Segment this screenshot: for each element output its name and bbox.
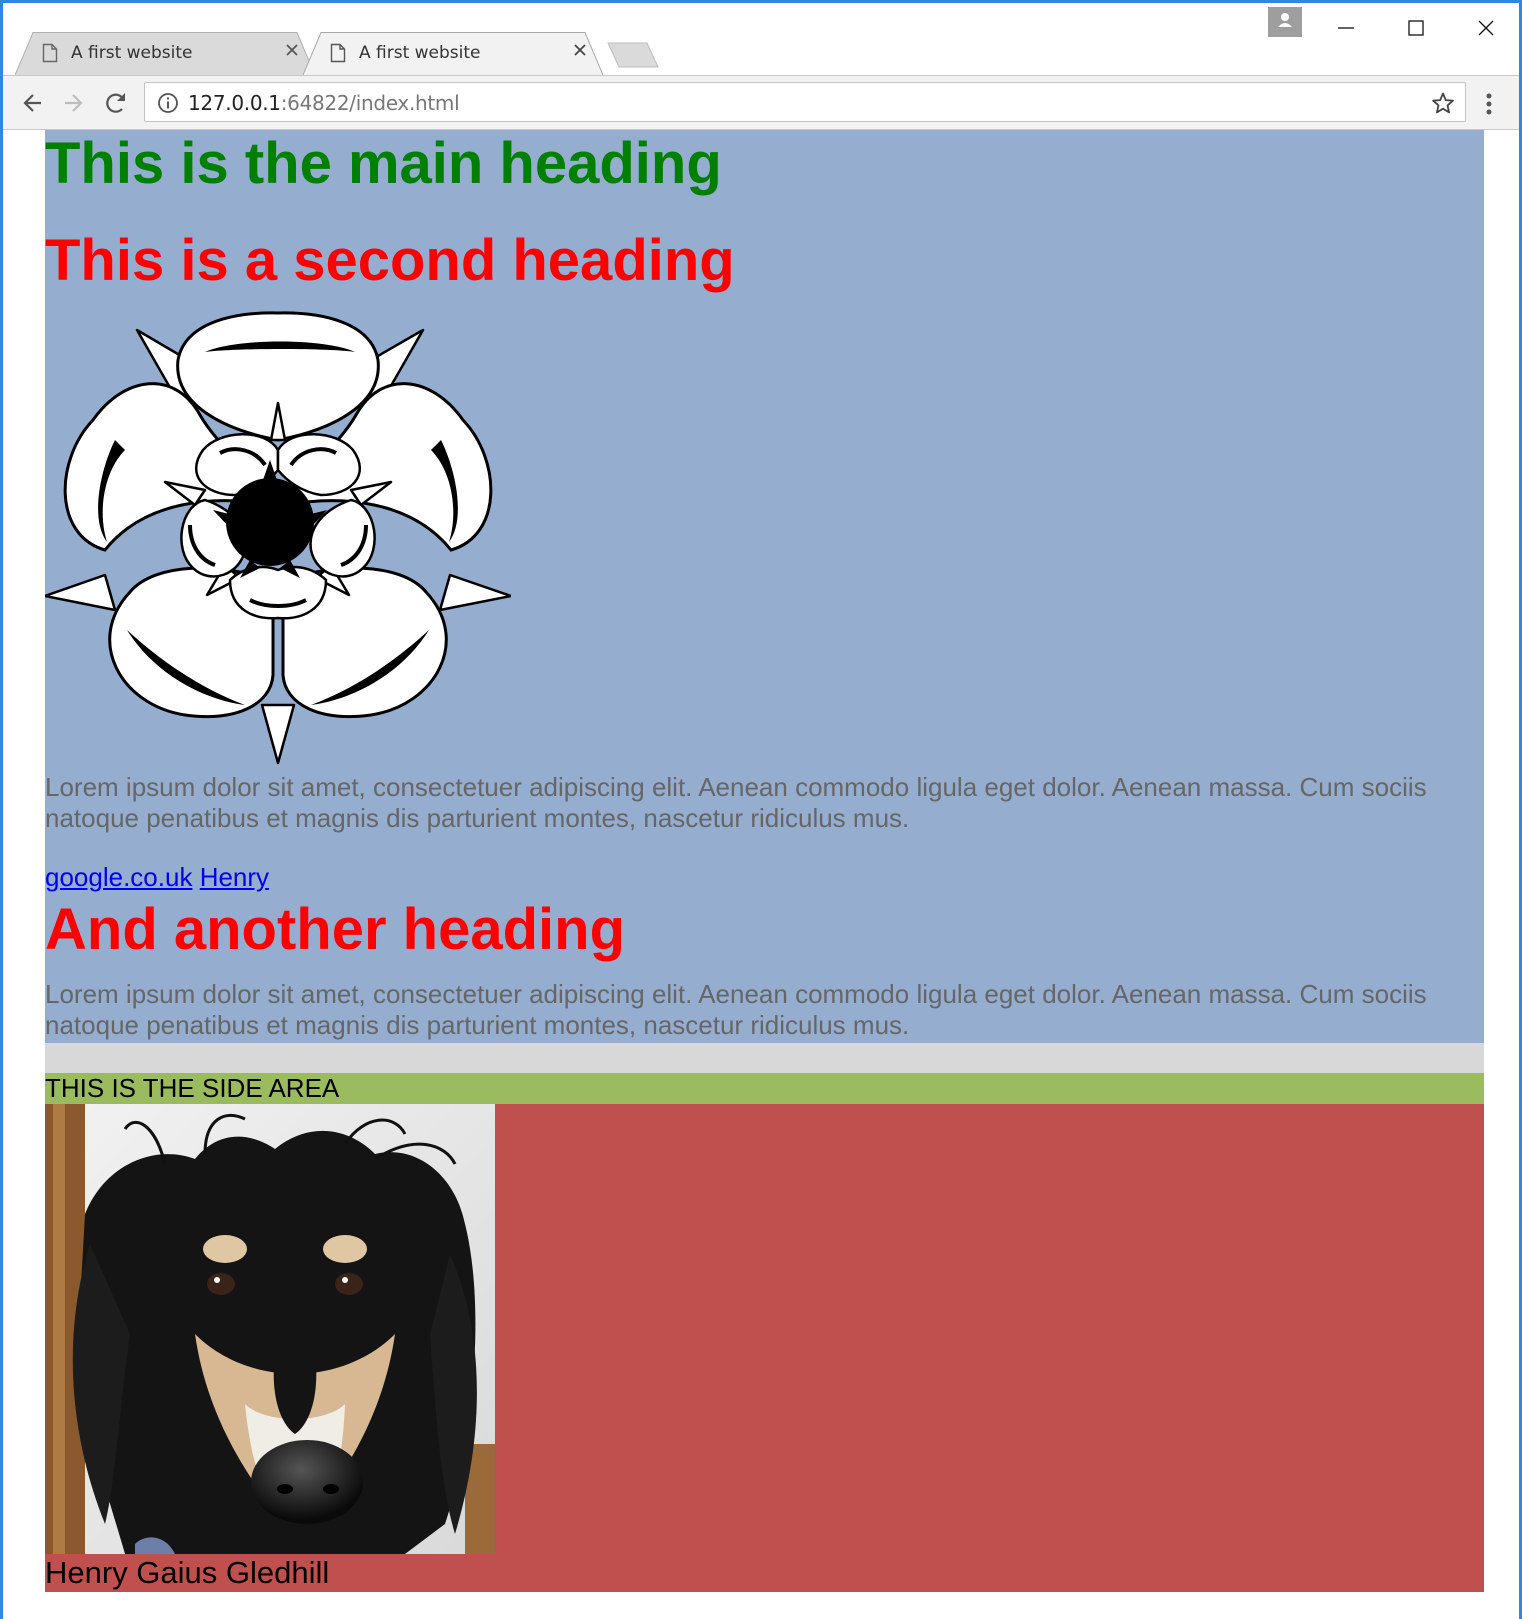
arrow-right-icon[interactable]	[59, 89, 87, 117]
person-icon	[1278, 13, 1292, 27]
second-heading: This is a second heading	[45, 228, 735, 293]
browser-toolbar: 127.0.0.1:64822/index.html	[3, 75, 1519, 130]
photo-caption: Henry Gaius Gledhill	[45, 1555, 330, 1590]
divider-strip	[45, 1043, 1484, 1073]
arrow-left-icon[interactable]	[19, 89, 47, 117]
new-tab-button[interactable]	[607, 42, 659, 68]
third-heading: And another heading	[45, 897, 625, 962]
browser-window: A first website A first website 127.0.0.…	[0, 0, 1522, 1619]
link-row: google.co.uk Henry	[45, 861, 269, 893]
tab-title: A first website	[71, 43, 193, 63]
minimize-button[interactable]	[1323, 11, 1369, 45]
main-content-area: This is the main heading This is a secon…	[45, 130, 1484, 1043]
profile-area: Henry Gaius Gledhill	[45, 1104, 1484, 1592]
star-icon[interactable]	[1431, 91, 1455, 115]
main-heading: This is the main heading	[45, 131, 722, 196]
url-host: 127.0.0.1	[188, 91, 281, 115]
page-viewport: This is the main heading This is a secon…	[3, 130, 1519, 1619]
tudor-rose-image	[45, 311, 511, 765]
minimize-icon	[1338, 27, 1354, 29]
paragraph: Lorem ipsum dolor sit amet, consectetuer…	[45, 979, 1427, 1040]
close-icon[interactable]	[571, 41, 589, 59]
maximize-button[interactable]	[1393, 11, 1439, 45]
paragraph: Lorem ipsum dolor sit amet, consectetuer…	[45, 772, 1427, 833]
url-path: :64822/index.html	[280, 91, 460, 115]
kebab-menu-icon[interactable]	[1483, 90, 1495, 118]
document-icon	[330, 43, 346, 63]
title-bar: A first website A first website	[3, 3, 1519, 75]
close-icon	[1478, 20, 1494, 36]
side-area-heading: THIS IS THE SIDE AREA	[45, 1073, 1484, 1104]
address-bar[interactable]: 127.0.0.1:64822/index.html	[144, 82, 1466, 122]
url-text: 127.0.0.1:64822/index.html	[188, 91, 460, 115]
tab-title: A first website	[359, 43, 481, 63]
link-henry[interactable]: Henry	[200, 862, 269, 892]
tab-active[interactable]: A first website	[303, 32, 603, 75]
document-icon	[42, 43, 58, 63]
close-window-button[interactable]	[1463, 11, 1509, 45]
tab-inactive[interactable]: A first website	[15, 32, 315, 75]
profile-button[interactable]	[1268, 7, 1302, 37]
link-google[interactable]: google.co.uk	[45, 862, 192, 892]
reload-icon[interactable]	[102, 89, 130, 117]
dog-photo	[45, 1104, 495, 1554]
maximize-icon	[1408, 20, 1424, 36]
close-icon[interactable]	[283, 41, 301, 59]
info-icon[interactable]	[157, 92, 179, 114]
